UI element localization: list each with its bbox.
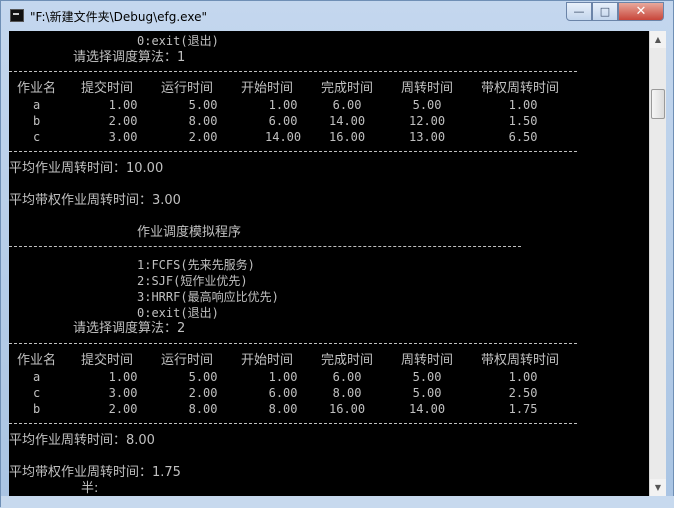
table-cell: 6.00: [268, 114, 298, 128]
table-cell: 1.00: [108, 370, 138, 384]
separator: [9, 151, 577, 152]
table-cell: 5.00: [412, 98, 442, 112]
table-cell: 3.00: [108, 130, 138, 144]
table-header-cell: 提交时间: [81, 81, 134, 96]
close-button[interactable]: ✕: [618, 2, 664, 21]
table-cell: 2.00: [108, 114, 138, 128]
table-header-cell: 完成时间: [321, 81, 374, 96]
table-header-cell: 带权周转时间: [481, 353, 560, 368]
table-cell: 1.00: [508, 98, 538, 112]
top-exit-option: 0:exit(退出): [137, 34, 219, 48]
table-cell: 1.00: [508, 370, 538, 384]
table-cell: 16.00: [329, 130, 366, 144]
menu-item-hrrf: 3:HRRF(最高响应比优先): [137, 290, 279, 304]
scroll-down-icon[interactable]: ▼: [650, 479, 666, 496]
menu-item-fcfs: 1:FCFS(先来先服务): [137, 258, 255, 272]
minimize-button[interactable]: —: [566, 2, 592, 21]
table-cell: 14.00: [329, 114, 366, 128]
table-cell: 2.00: [108, 402, 138, 416]
separator: [9, 246, 521, 247]
table-cell: 14.00: [265, 130, 302, 144]
table-cell: 6.00: [268, 386, 298, 400]
table-cell: 16.00: [329, 402, 366, 416]
table-cell: b: [33, 402, 41, 416]
separator: [9, 343, 577, 344]
menu-title: 作业调度模拟程序: [137, 225, 242, 240]
menu-item-sjf: 2:SJF(短作业优先): [137, 274, 248, 288]
console-app-icon: [10, 9, 24, 22]
avg-weighted-turnaround-1: 平均带权作业周转时间：3.00: [9, 193, 181, 208]
ime-status: 半:: [81, 481, 99, 496]
title-bar[interactable]: "F:\新建文件夹\Debug\efg.exe" — □ ✕: [1, 1, 674, 31]
table-cell: 6.00: [332, 98, 362, 112]
table-header-cell: 运行时间: [161, 81, 214, 96]
table-cell: 1.00: [108, 98, 138, 112]
separator: [9, 71, 577, 72]
scroll-thumb[interactable]: [651, 89, 665, 119]
table-cell: 5.00: [188, 98, 218, 112]
table-header-cell: 运行时间: [161, 353, 214, 368]
table-cell: 12.00: [409, 114, 446, 128]
maximize-button[interactable]: □: [592, 2, 618, 21]
table-cell: 1.75: [508, 402, 538, 416]
table-cell: 1.00: [268, 98, 298, 112]
avg-turnaround-2: 平均作业周转时间：8.00: [9, 433, 155, 448]
table-cell: 2.50: [508, 386, 538, 400]
table-header-cell: 带权周转时间: [481, 81, 560, 96]
table-header-cell: 开始时间: [241, 353, 294, 368]
window-title: "F:\新建文件夹\Debug\efg.exe": [30, 10, 207, 24]
console-window: "F:\新建文件夹\Debug\efg.exe" — □ ✕ 0:exit(退出…: [0, 0, 674, 508]
vertical-scrollbar[interactable]: ▲ ▼: [649, 31, 666, 496]
table-cell: c: [33, 130, 41, 144]
table-cell: 3.00: [108, 386, 138, 400]
table-header-cell: 开始时间: [241, 81, 294, 96]
table-header-cell: 周转时间: [401, 81, 454, 96]
table-cell: b: [33, 114, 41, 128]
menu-item-exit: 0:exit(退出): [137, 306, 219, 320]
table-cell: 6.50: [508, 130, 538, 144]
table-cell: 5.00: [412, 370, 442, 384]
table-cell: a: [33, 98, 41, 112]
table-cell: 6.00: [332, 370, 362, 384]
table-header-cell: 提交时间: [81, 353, 134, 368]
table-cell: 8.00: [332, 386, 362, 400]
table-cell: 1.50: [508, 114, 538, 128]
table-header-cell: 周转时间: [401, 353, 454, 368]
window-bottom-border: [1, 496, 674, 508]
table-cell: 1.00: [268, 370, 298, 384]
table-cell: 8.00: [268, 402, 298, 416]
scroll-up-icon[interactable]: ▲: [650, 31, 666, 48]
table-header-cell: 作业名: [17, 81, 57, 96]
prompt-line-1: 请选择调度算法：1: [73, 50, 186, 65]
table-cell: 5.00: [412, 386, 442, 400]
console-output[interactable]: 0:exit(退出) 请选择调度算法：1 作业名 提交时间 运行时间 开始时间 完成时间…: [9, 31, 649, 496]
prompt-line-2: 请选择调度算法：2: [73, 321, 186, 336]
table-cell: 13.00: [409, 130, 446, 144]
table-cell: 2.00: [188, 386, 218, 400]
table-cell: 5.00: [188, 370, 218, 384]
table-cell: 2.00: [188, 130, 218, 144]
avg-turnaround-1: 平均作业周转时间：10.00: [9, 161, 164, 176]
avg-weighted-turnaround-2: 平均带权作业周转时间：1.75: [9, 465, 181, 480]
table-cell: 8.00: [188, 402, 218, 416]
table-cell: c: [33, 386, 41, 400]
table-cell: 8.00: [188, 114, 218, 128]
table-cell: 14.00: [409, 402, 446, 416]
table-header-cell: 作业名: [17, 353, 57, 368]
separator: [9, 423, 577, 424]
table-header-cell: 完成时间: [321, 353, 374, 368]
table-cell: a: [33, 370, 41, 384]
